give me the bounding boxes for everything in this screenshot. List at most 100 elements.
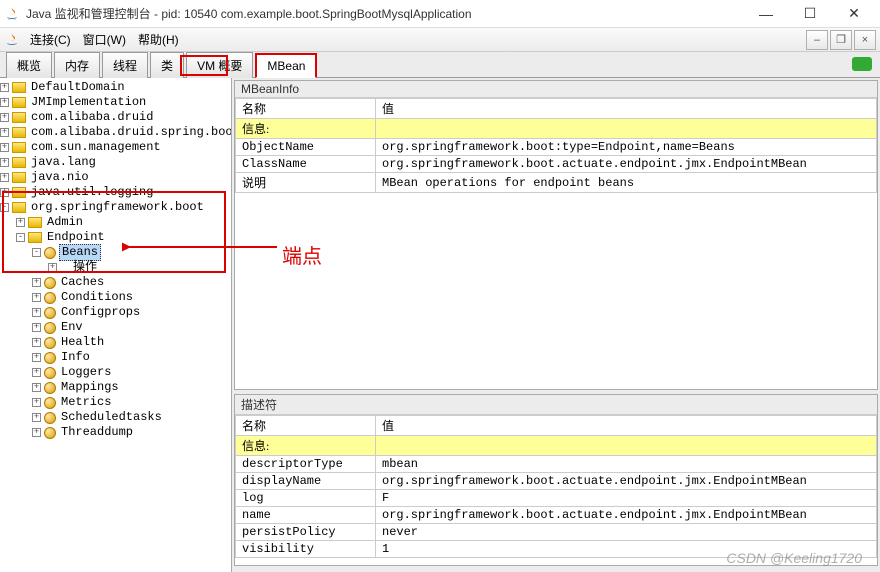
bean-icon xyxy=(44,307,56,319)
bean-icon xyxy=(44,382,56,394)
tab-overview[interactable]: 概览 xyxy=(6,52,52,78)
descriptor-panel: 描述符 名称值 信息: descriptorTypembeandisplayNa… xyxy=(234,394,878,566)
expand-icon[interactable]: + xyxy=(48,263,57,272)
tree-node[interactable]: +Conditions xyxy=(0,290,231,305)
bean-icon xyxy=(44,322,56,334)
title-bar: Java 监视和管理控制台 - pid: 10540 com.example.b… xyxy=(0,0,880,28)
collapse-icon[interactable]: - xyxy=(32,248,41,257)
tab-vm-summary[interactable]: VM 概要 xyxy=(186,52,253,78)
tree-node[interactable]: +Threaddump xyxy=(0,425,231,440)
tree-node[interactable]: +Env xyxy=(0,320,231,335)
collapse-icon[interactable]: - xyxy=(0,203,9,212)
tree-node[interactable]: +Metrics xyxy=(0,395,231,410)
expand-icon[interactable]: + xyxy=(0,143,9,152)
tab-classes[interactable]: 类 xyxy=(150,52,184,78)
tree-node[interactable]: +com.alibaba.druid xyxy=(0,110,231,125)
bean-icon xyxy=(44,292,56,304)
expand-icon[interactable]: + xyxy=(32,353,41,362)
collapse-icon[interactable]: - xyxy=(16,233,25,242)
bean-icon xyxy=(44,247,56,259)
menu-window[interactable]: 窗口(W) xyxy=(77,29,132,50)
expand-icon[interactable]: + xyxy=(32,398,41,407)
expand-icon[interactable]: + xyxy=(0,113,9,122)
tree-node[interactable]: +操作 xyxy=(0,260,231,275)
bean-icon xyxy=(44,412,56,424)
tree-node[interactable]: +Scheduledtasks xyxy=(0,410,231,425)
folder-icon xyxy=(28,232,42,243)
tree-node[interactable]: -org.springframework.boot xyxy=(0,200,231,215)
expand-icon[interactable]: + xyxy=(0,173,9,182)
tree-node[interactable]: +Health xyxy=(0,335,231,350)
tree-node[interactable]: +Loggers xyxy=(0,365,231,380)
tree-node[interactable]: +Mappings xyxy=(0,380,231,395)
table-row[interactable]: logF xyxy=(236,490,877,507)
tree-node[interactable]: +com.sun.management xyxy=(0,140,231,155)
expand-icon[interactable]: + xyxy=(0,158,9,167)
minimize-button[interactable]: — xyxy=(744,0,788,28)
expand-icon[interactable]: + xyxy=(0,128,9,137)
col-name: 名称 xyxy=(236,416,376,436)
tree-node[interactable]: +JMImplementation xyxy=(0,95,231,110)
plugin-icon xyxy=(852,57,872,71)
table-row[interactable]: descriptorTypembean xyxy=(236,456,877,473)
tree-node[interactable]: +java.nio xyxy=(0,170,231,185)
tree-node[interactable]: +Configprops xyxy=(0,305,231,320)
bean-icon xyxy=(44,337,56,349)
mbeaninfo-table: 名称值 信息: ObjectNameorg.springframework.bo… xyxy=(235,98,877,193)
expand-icon[interactable]: + xyxy=(32,338,41,347)
menu-bar: 连接(C) 窗口(W) 帮助(H) – ❐ × xyxy=(0,28,880,52)
close-internal-button[interactable]: × xyxy=(854,30,876,50)
panel-title: MBeanInfo xyxy=(235,81,877,98)
expand-icon[interactable]: + xyxy=(32,413,41,422)
bean-icon xyxy=(44,352,56,364)
expand-icon[interactable]: + xyxy=(16,218,25,227)
table-row[interactable]: ObjectNameorg.springframework.boot:type=… xyxy=(236,139,877,156)
tree-node[interactable]: +java.util.logging xyxy=(0,185,231,200)
folder-icon xyxy=(12,202,26,213)
menu-help[interactable]: 帮助(H) xyxy=(132,29,185,50)
tree-node[interactable]: +com.alibaba.druid.spring.boot.a xyxy=(0,125,231,140)
folder-icon xyxy=(12,97,26,108)
bean-icon xyxy=(44,277,56,289)
bean-icon xyxy=(44,427,56,439)
tab-mbean[interactable]: MBean xyxy=(255,53,317,78)
tree-node[interactable]: +java.lang xyxy=(0,155,231,170)
expand-icon[interactable]: + xyxy=(32,383,41,392)
expand-icon[interactable]: + xyxy=(0,83,9,92)
expand-icon[interactable]: + xyxy=(32,293,41,302)
tree-node[interactable]: +Info xyxy=(0,350,231,365)
close-button[interactable]: ✕ xyxy=(832,0,876,28)
tab-threads[interactable]: 线程 xyxy=(102,52,148,78)
tab-memory[interactable]: 内存 xyxy=(54,52,100,78)
minimize-internal-button[interactable]: – xyxy=(806,30,828,50)
tree-node-selected[interactable]: -Beans xyxy=(0,245,231,260)
folder-icon xyxy=(12,82,26,93)
expand-icon[interactable]: + xyxy=(32,323,41,332)
expand-icon[interactable]: + xyxy=(32,278,41,287)
bean-icon xyxy=(44,397,56,409)
expand-icon[interactable]: + xyxy=(32,428,41,437)
maximize-button[interactable]: ☐ xyxy=(788,0,832,28)
restore-internal-button[interactable]: ❐ xyxy=(830,30,852,50)
table-row[interactable]: 说明MBean operations for endpoint beans xyxy=(236,173,877,193)
folder-icon xyxy=(28,217,42,228)
tree-node[interactable]: -Endpoint xyxy=(0,230,231,245)
expand-icon[interactable]: + xyxy=(32,368,41,377)
window-title: Java 监视和管理控制台 - pid: 10540 com.example.b… xyxy=(26,5,744,22)
menu-connect[interactable]: 连接(C) xyxy=(24,29,77,50)
table-row[interactable]: persistPolicynever xyxy=(236,524,877,541)
folder-icon xyxy=(12,187,26,198)
table-row[interactable]: nameorg.springframework.boot.actuate.end… xyxy=(236,507,877,524)
mbean-tree[interactable]: +DefaultDomain+JMImplementation+com.alib… xyxy=(0,78,232,572)
col-name: 名称 xyxy=(236,99,376,119)
folder-icon xyxy=(12,142,26,153)
expand-icon[interactable]: + xyxy=(0,98,9,107)
tree-node[interactable]: +Caches xyxy=(0,275,231,290)
table-row[interactable]: displayNameorg.springframework.boot.actu… xyxy=(236,473,877,490)
tree-node[interactable]: +DefaultDomain xyxy=(0,80,231,95)
expand-icon[interactable]: + xyxy=(32,308,41,317)
table-row[interactable]: ClassNameorg.springframework.boot.actuat… xyxy=(236,156,877,173)
expand-icon[interactable]: + xyxy=(0,188,9,197)
tab-strip: 概览 内存 线程 类 VM 概要 MBean xyxy=(0,52,880,78)
tree-node[interactable]: +Admin xyxy=(0,215,231,230)
